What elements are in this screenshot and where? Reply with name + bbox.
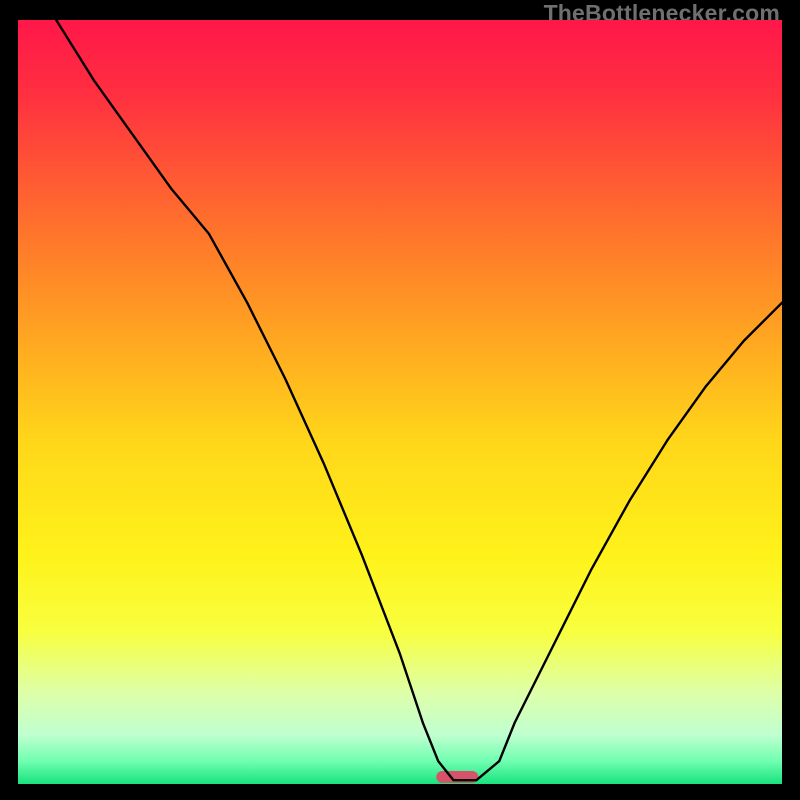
chart-frame: TheBottlenecker.com (0, 0, 800, 800)
chart-svg (18, 20, 782, 784)
plot-area (18, 20, 782, 784)
